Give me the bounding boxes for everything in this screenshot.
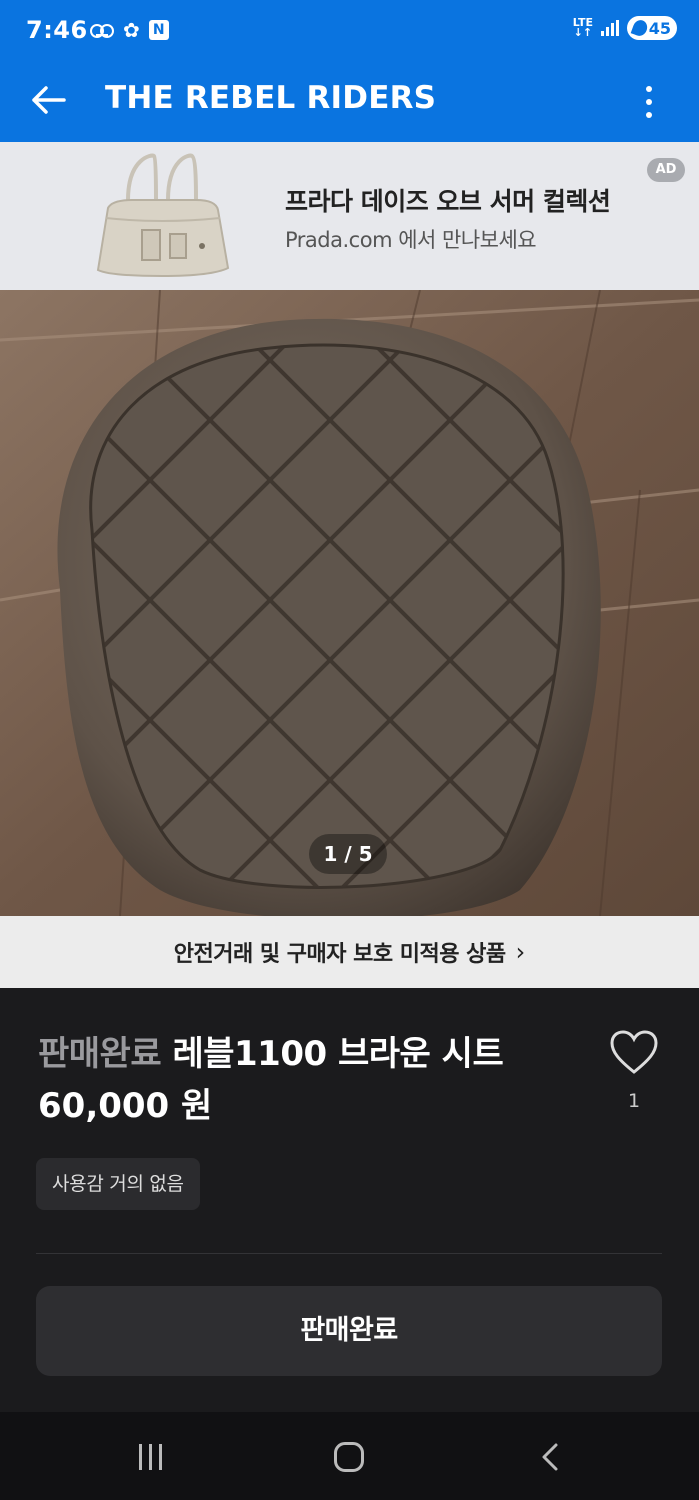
back-button[interactable] — [24, 76, 72, 124]
lte-icon: LTE ↓↑ — [572, 16, 593, 39]
page-title: THE REBEL RIDERS — [105, 80, 437, 116]
chevron-left-icon — [542, 1443, 558, 1471]
product-price: 60,000 원 — [38, 1086, 213, 1126]
sale-status: 판매완료 — [38, 1034, 162, 1074]
recent-apps-icon — [139, 1444, 142, 1470]
home-button[interactable] — [334, 1442, 364, 1472]
back-arrow-icon — [32, 86, 66, 114]
seat-photo — [0, 290, 699, 916]
status-notification-icons: ✿ N — [90, 20, 169, 40]
product-photo-carousel[interactable]: 1 / 5 — [0, 290, 699, 916]
ad-subtitle: Prada.com 에서 만나보세요 — [285, 228, 537, 252]
divider — [36, 1253, 662, 1254]
signal-icon — [601, 20, 619, 36]
battery-level: 45 — [648, 18, 671, 38]
safe-trade-notice[interactable]: 안전거래 및 구매자 보호 미적용 상품 › — [0, 916, 699, 988]
system-back-button[interactable] — [536, 1442, 566, 1472]
flower-icon: ✿ — [123, 18, 140, 42]
battery-icon: 45 — [627, 16, 677, 40]
network-label: LTE — [572, 16, 593, 29]
more-options-button[interactable] — [629, 78, 669, 126]
handbag-ad-image — [96, 153, 230, 278]
more-vert-icon — [646, 86, 652, 92]
product-info: 판매완료 레블1100 브라운 시트 60,000 원 1 사용감 거의 없음 … — [0, 988, 699, 1412]
recent-apps-button[interactable] — [139, 1444, 162, 1470]
battery-saver-icon — [630, 18, 650, 38]
condition-chip: 사용감 거의 없음 — [36, 1158, 200, 1210]
notice-text: 안전거래 및 구매자 보호 미적용 상품 — [173, 942, 506, 967]
like-count: 1 — [627, 1090, 641, 1112]
chevron-right-icon: › — [515, 938, 526, 966]
sold-out-button[interactable]: 판매완료 — [36, 1286, 662, 1376]
ad-title: 프라다 데이즈 오브 서머 컬렉션 — [285, 187, 611, 216]
voicemail-icon — [90, 23, 114, 38]
photo-pager-indicator: 1 / 5 — [309, 834, 387, 874]
top-bar: 7:46 ✿ N LTE ↓↑ 45 THE REBEL RIDERS — [0, 0, 699, 142]
status-system-icons: LTE ↓↑ 45 — [573, 16, 677, 40]
system-nav-bar — [0, 1412, 699, 1500]
status-time: 7:46 — [26, 16, 88, 44]
ad-badge: AD — [647, 158, 685, 182]
ad-banner[interactable]: 프라다 데이즈 오브 서머 컬렉션 Prada.com 에서 만나보세요 AD — [0, 142, 699, 290]
heart-icon — [610, 1030, 658, 1074]
product-name: 레블1100 브라운 시트 — [172, 1034, 504, 1074]
product-title: 판매완료 레블1100 브라운 시트 — [38, 1026, 504, 1075]
naver-n-icon: N — [148, 20, 169, 40]
like-button[interactable] — [606, 1028, 662, 1078]
status-bar: 7:46 ✿ N LTE ↓↑ 45 — [0, 0, 699, 64]
app-bar: THE REBEL RIDERS — [0, 64, 699, 142]
